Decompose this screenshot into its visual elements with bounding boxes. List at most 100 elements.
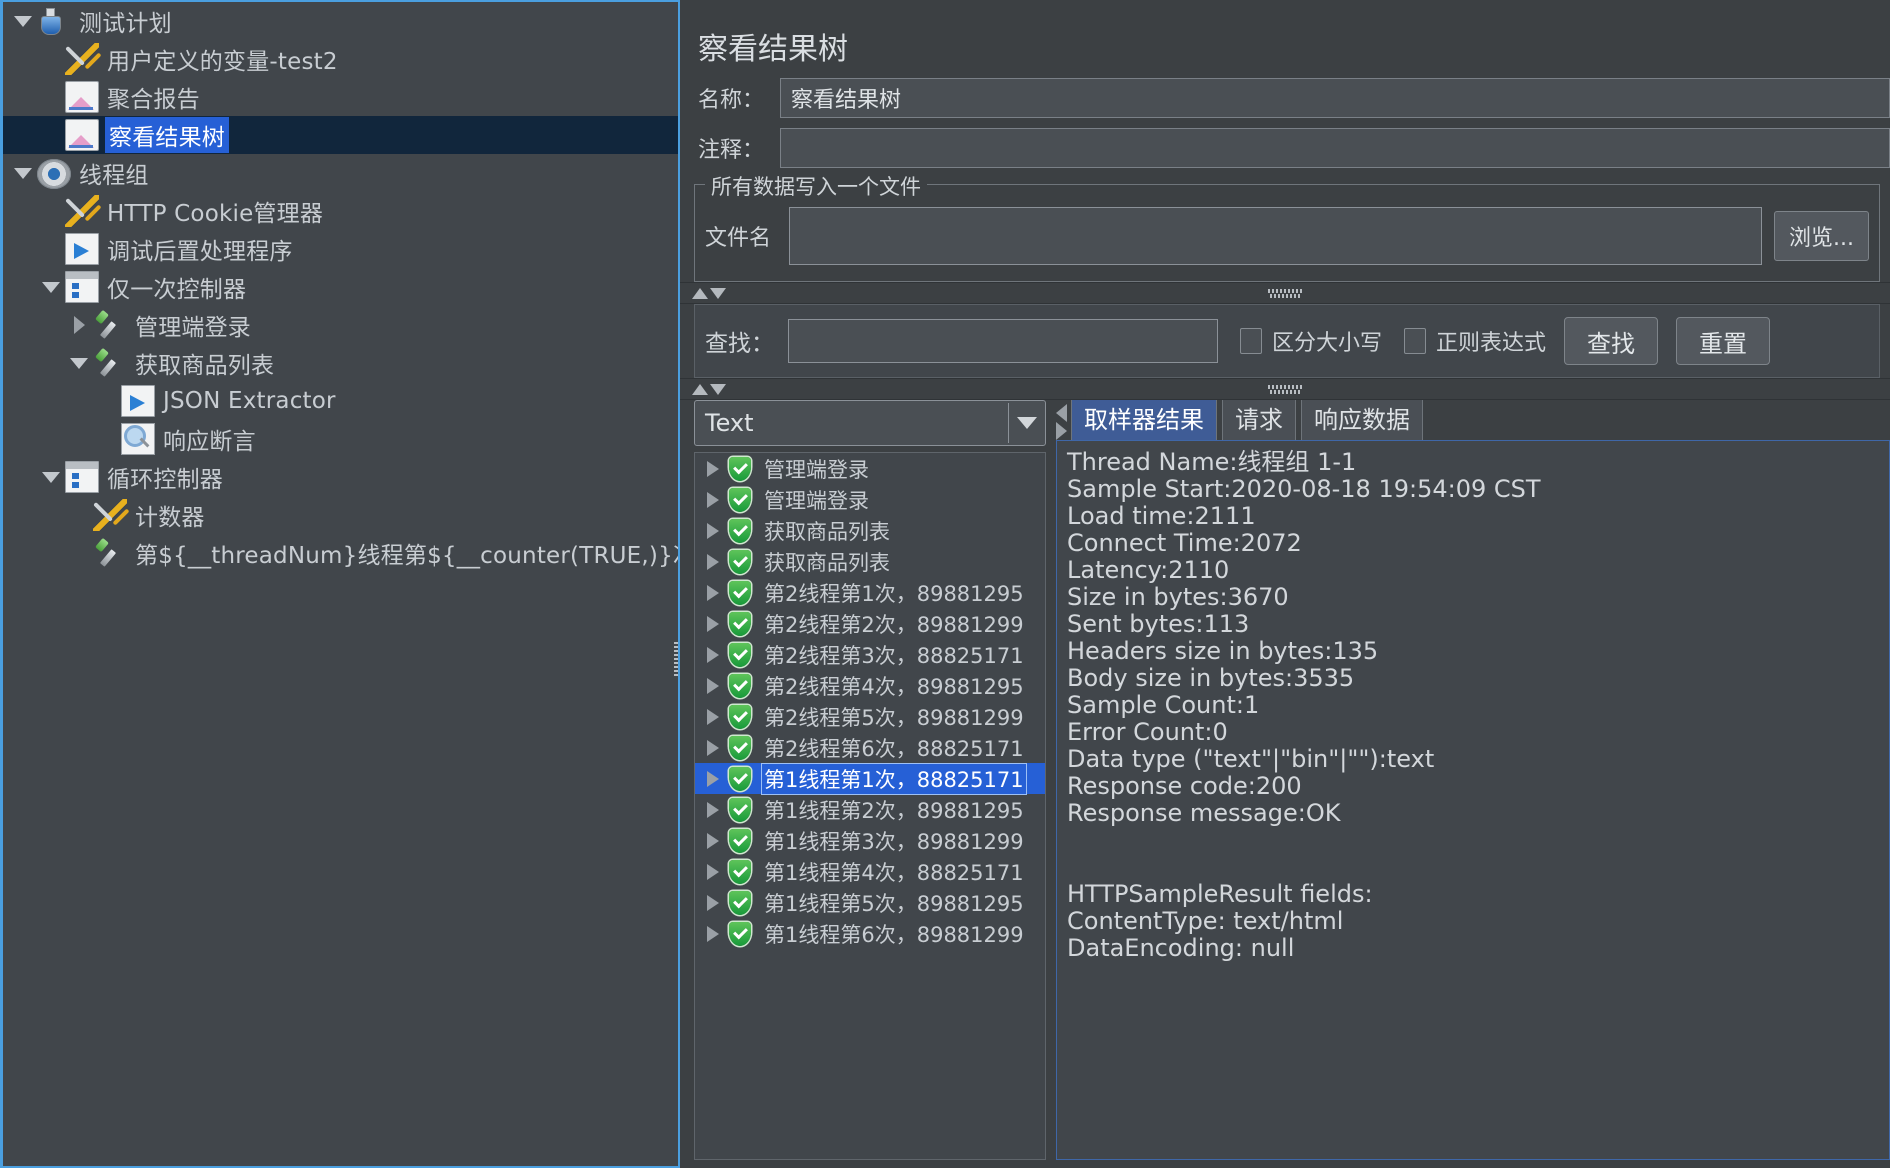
result-item-label: 获取商品列表 <box>764 550 890 575</box>
tree-toggle[interactable] <box>65 357 93 369</box>
chevron-right-icon[interactable] <box>707 553 719 570</box>
chevron-right-icon[interactable] <box>707 739 719 756</box>
tree-item[interactable]: JSON Extractor <box>3 382 678 420</box>
tree-item[interactable]: HTTP Cookie管理器 <box>3 192 678 230</box>
splitter-arrows[interactable] <box>692 287 726 299</box>
search-input[interactable] <box>788 319 1218 363</box>
chevron-down-icon[interactable] <box>70 357 88 369</box>
comment-label: 注释： <box>698 138 765 163</box>
chevron-right-icon[interactable] <box>707 708 719 725</box>
chevron-right-icon[interactable] <box>707 894 719 911</box>
sampler-result-list[interactable]: 管理端登录 管理端登录 获取商品列表 获取商品列表 第2线程第1次，89881295 第2… <box>694 452 1046 1160</box>
tree-item[interactable]: 获取商品列表 <box>3 344 678 382</box>
test-plan-tree[interactable]: 测试计划用户定义的变量-test2 聚合报告 察看结果树 线程组 HTTP Cookie… <box>0 0 680 1168</box>
tree-item[interactable]: 第${__threadNum}线程第${__counter(TRUE,)}次, <box>3 534 678 572</box>
tree-toggle[interactable] <box>9 15 37 27</box>
success-shield-icon <box>729 642 751 667</box>
result-list-item[interactable]: 获取商品列表 <box>695 546 1045 577</box>
result-list-item[interactable]: 第1线程第1次，88825171 <box>695 762 1045 795</box>
tree-toggle[interactable] <box>9 167 37 179</box>
upper-splitter[interactable] <box>680 282 1890 304</box>
tree-item-label: 测试计划 <box>79 11 172 37</box>
chevron-right-icon[interactable] <box>707 646 719 663</box>
detail-tab[interactable]: 响应数据 <box>1301 395 1423 440</box>
regex-checkbox[interactable] <box>1404 328 1427 354</box>
chevron-right-icon[interactable] <box>707 925 719 942</box>
case-sensitive-checkbox[interactable] <box>1240 328 1262 354</box>
detail-tab[interactable]: 取样器结果 <box>1071 395 1217 440</box>
tab-scroll-right-icon[interactable] <box>1056 422 1067 440</box>
splitter-grip-icon[interactable] <box>1268 288 1302 298</box>
result-list-item[interactable]: 第2线程第3次，88825171 <box>695 639 1045 670</box>
name-input[interactable]: 察看结果树 <box>780 78 1890 118</box>
chevron-right-icon[interactable] <box>707 677 719 694</box>
sampler-result-text[interactable]: Thread Name:线程组 1-1 Sample Start:2020-08-… <box>1056 440 1890 1160</box>
detail-tab[interactable]: 请求 <box>1222 395 1296 440</box>
filename-input[interactable] <box>789 207 1763 265</box>
collapse-down-icon[interactable] <box>710 287 726 299</box>
tree-item[interactable]: 聚合报告 <box>3 78 678 116</box>
comment-input[interactable] <box>780 128 1890 168</box>
chevron-down-icon[interactable] <box>14 167 32 179</box>
result-list-item[interactable]: 第2线程第5次，89881299 <box>695 701 1045 732</box>
tree-item[interactable]: 测试计划 <box>3 2 678 40</box>
detail-tabs[interactable]: 取样器结果 请求 响应数据 <box>1056 395 1890 440</box>
reset-button[interactable]: 重置 <box>1676 317 1771 365</box>
result-list-item[interactable]: 第1线程第3次，89881299 <box>695 825 1045 856</box>
tree-item[interactable]: 调试后置处理程序 <box>3 230 678 268</box>
result-list-item[interactable]: 第1线程第4次，88825171 <box>695 856 1045 887</box>
chevron-right-icon[interactable] <box>707 863 719 880</box>
result-list-item[interactable]: 第1线程第6次，89881299 <box>695 918 1045 949</box>
tab-scroll-left-icon[interactable] <box>1056 404 1067 422</box>
tab-scroll-arrows[interactable] <box>1056 404 1067 440</box>
detail-line <box>1067 854 1889 881</box>
success-shield-icon <box>729 487 751 512</box>
result-list-item[interactable]: 获取商品列表 <box>695 515 1045 546</box>
tree-item[interactable]: 循环控制器 <box>3 458 678 496</box>
write-all-data-group: 所有数据写入一个文件 文件名 浏览... <box>694 171 1880 282</box>
chevron-right-icon[interactable] <box>707 615 719 632</box>
collapse-down-icon[interactable] <box>710 383 726 395</box>
result-list-item[interactable]: 管理端登录 <box>695 484 1045 515</box>
result-list-item[interactable]: 第1线程第2次，89881295 <box>695 794 1045 825</box>
tree-item[interactable]: 响应断言 <box>3 420 678 458</box>
result-list-item[interactable]: 第2线程第4次，89881295 <box>695 670 1045 701</box>
splitter-arrows-2[interactable] <box>692 383 726 395</box>
renderer-select[interactable]: Text <box>694 400 1046 446</box>
chevron-down-icon[interactable] <box>42 281 60 293</box>
chevron-right-icon[interactable] <box>707 832 719 849</box>
tree-toggle[interactable] <box>65 316 93 334</box>
result-item-label: 第1线程第6次，89881299 <box>764 922 1024 947</box>
tree-item[interactable]: 用户定义的变量-test2 <box>3 40 678 78</box>
tree-item[interactable]: 察看结果树 <box>3 116 678 154</box>
result-list-item[interactable]: 第2线程第6次，88825171 <box>695 732 1045 763</box>
find-button[interactable]: 查找 <box>1564 317 1659 365</box>
chevron-right-icon[interactable] <box>707 770 719 787</box>
chevron-right-icon[interactable] <box>73 316 85 334</box>
chevron-down-icon[interactable] <box>14 15 32 27</box>
browse-button[interactable]: 浏览... <box>1774 211 1869 261</box>
tree-toggle[interactable] <box>37 281 65 293</box>
chevron-right-icon[interactable] <box>707 584 719 601</box>
tree-item[interactable]: 计数器 <box>3 496 678 534</box>
success-shield-icon <box>729 766 751 791</box>
lower-splitter[interactable] <box>680 378 1890 400</box>
chevron-right-icon[interactable] <box>707 522 719 539</box>
collapse-up-icon[interactable] <box>692 287 708 299</box>
detail-line: Load time:2111 <box>1067 502 1256 530</box>
tree-item[interactable]: 线程组 <box>3 154 678 192</box>
tree-toggle[interactable] <box>37 471 65 483</box>
collapse-up-icon[interactable] <box>692 383 708 395</box>
result-list-item[interactable]: 第2线程第2次，89881299 <box>695 608 1045 639</box>
chevron-down-icon[interactable] <box>1017 417 1037 429</box>
chevron-right-icon[interactable] <box>707 491 719 508</box>
tree-item[interactable]: 仅一次控制器 <box>3 268 678 306</box>
chevron-right-icon[interactable] <box>707 460 719 477</box>
result-list-item[interactable]: 管理端登录 <box>695 453 1045 484</box>
result-list-item[interactable]: 第2线程第1次，89881295 <box>695 577 1045 608</box>
result-list-item[interactable]: 第1线程第5次，89881295 <box>695 887 1045 918</box>
chevron-right-icon[interactable] <box>707 801 719 818</box>
splitter-grip-icon-2[interactable] <box>1268 384 1302 394</box>
tree-item[interactable]: 管理端登录 <box>3 306 678 344</box>
chevron-down-icon[interactable] <box>42 471 60 483</box>
